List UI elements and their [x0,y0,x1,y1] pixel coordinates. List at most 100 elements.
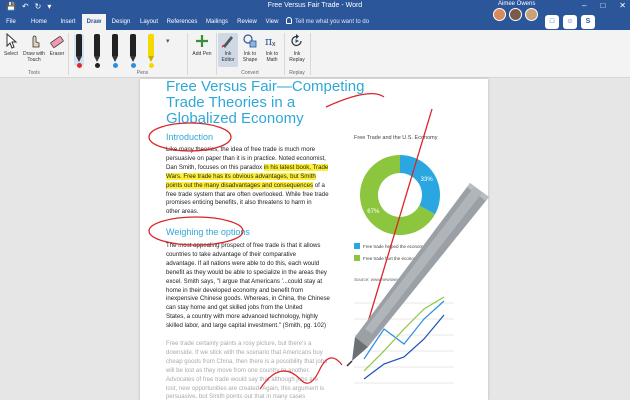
pen-gallery-more-icon[interactable]: ▾ [166,37,170,45]
avatar[interactable] [493,8,506,21]
options-paragraph: The most appealing prospect of free trad… [166,242,346,331]
ink-replay-button[interactable]: Ink Replay [287,33,307,63]
group-divider [68,33,69,75]
ink-editor-label: Ink Editor [221,51,235,63]
red-pen[interactable] [74,34,84,68]
blue-pen[interactable] [110,34,120,68]
replay-icon [291,34,302,47]
tab-view[interactable]: View [262,14,282,30]
text-span: persuasive on paper than it is in practi… [166,154,326,162]
legend-hurt-label: Free trade hurt the economy [363,255,420,261]
tab-design[interactable]: Design [108,14,134,30]
maximize-button[interactable]: □ [600,1,605,10]
pen-barrel [130,34,136,56]
add-pen-button[interactable]: Add Pen [189,33,215,57]
text-line: countries to take advantage of their com… [166,250,297,258]
text-line: will be lost as they move from one count… [166,366,310,374]
tab-mailings[interactable]: Mailings [202,14,232,30]
account-name[interactable]: Aimee Owens [498,1,535,7]
tell-me-text: Tell me what you want to do [295,19,370,25]
donut-slice [400,155,440,215]
text-line: Advocates of free trade would say that a… [166,375,319,383]
text-line: persuasive on paper than it is in practi… [166,155,346,164]
pen-barrel [112,34,118,56]
tab-file[interactable]: File [0,14,22,30]
text-line: Like many theories, the idea of free tra… [166,146,346,155]
pen-tip [94,56,100,62]
donut-chart: 33% 67% [360,155,440,235]
avatar[interactable] [525,8,538,21]
draw-with-touch-button[interactable]: Draw with Touch [21,33,47,63]
intro-heading: Introduction [166,132,214,142]
text-line: cheap goods from China, then there is a … [166,357,328,365]
avatar[interactable] [509,8,522,21]
pen-tip [76,56,82,62]
convert-group-label: Convert [241,70,259,76]
text-span: Dan Smith, focuses on this paradox [166,163,264,171]
ink-editor-button[interactable]: Ink Editor [218,33,238,67]
select-label: Select [4,51,18,57]
tab-home[interactable]: Home [24,14,54,30]
window-controls: – □ ✕ [582,1,626,10]
line-series [363,296,445,372]
lightbulb-icon [286,17,292,24]
pen-color-dot [94,63,100,68]
text-line: skilled labor, and large capital investm… [166,322,327,330]
tell-me-box[interactable]: Tell me what you want to do [286,17,369,25]
legend-helped-label: Free trade helped the economy [363,243,426,249]
text-span: of a [313,181,325,189]
eraser-button[interactable]: Eraser [48,33,66,57]
legend-helped: Free trade helped the economy [354,243,426,249]
pencil-pen[interactable] [128,34,138,68]
tab-insert[interactable]: Insert [55,14,81,30]
pen-color-dot [130,63,136,68]
group-divider [310,33,311,75]
legend-hurt: Free trade hurt the economy [354,255,420,261]
tab-layout[interactable]: Layout [136,14,162,30]
faded-paragraph: Free trade certainly paints a rosy pictu… [166,340,346,400]
group-divider [284,33,285,75]
touch-draw-icon [32,35,40,48]
ink-to-math-button[interactable]: πx Ink to Math [262,33,282,63]
comments-icon[interactable]: □ [545,15,559,29]
text-line: free trade system that are often overloo… [166,191,346,200]
shapes-icon [243,34,257,48]
donut-slice-label: 67% [367,209,380,215]
text-line: advantage. If all nations were able to d… [166,259,320,267]
eraser-icon [50,36,64,48]
text-line: can stay home and get skilled jobs from … [166,304,303,312]
math-icon: πx [265,35,276,48]
document-canvas: Free Versus Fair—Competing Trade Theorie… [0,79,630,400]
add-pen-label: Add Pen [192,51,212,57]
document-page[interactable]: Free Versus Fair—Competing Trade Theorie… [140,79,488,400]
ink-editor-icon [221,36,233,48]
ink-to-shape-button[interactable]: Ink to Shape [240,33,260,63]
highlighted-text: in his latest book, Trade [263,163,329,171]
text-span: other areas. [166,208,199,216]
share-icon[interactable]: ☺ [563,15,577,29]
text-line: persuasive, but Smith points out that in… [166,393,306,400]
ink-to-shape-label: Ink to Shape [242,51,258,63]
draw-with-touch-label: Draw with Touch [23,51,45,63]
minimize-button[interactable]: – [582,1,586,10]
intro-paragraph: Like many theories, the idea of free tra… [166,146,346,217]
chart-title: Free Trade and the U.S. Economy [354,135,438,141]
pen-color-dot [148,63,154,68]
replay-group-label: Replay [289,70,305,76]
highlighter-pen[interactable] [146,34,156,68]
pen-color-dot [112,63,118,68]
group-divider [187,33,188,75]
tab-review[interactable]: Review [234,14,260,30]
pen-barrel [76,34,82,56]
skype-icon[interactable]: S [581,15,595,29]
highlighted-text: Wars. Free trade has its obvious advanta… [166,172,316,180]
select-button[interactable]: Select [2,33,20,57]
highlighted-text: points out the many disadvantages and co… [166,181,314,189]
svg-text:x: x [272,41,276,48]
cursor-icon [6,33,18,49]
add-pen-icon [196,35,208,47]
close-button[interactable]: ✕ [619,1,626,10]
black-pen[interactable] [92,34,102,68]
tab-draw[interactable]: Draw [82,14,106,30]
tab-references[interactable]: References [164,14,200,30]
